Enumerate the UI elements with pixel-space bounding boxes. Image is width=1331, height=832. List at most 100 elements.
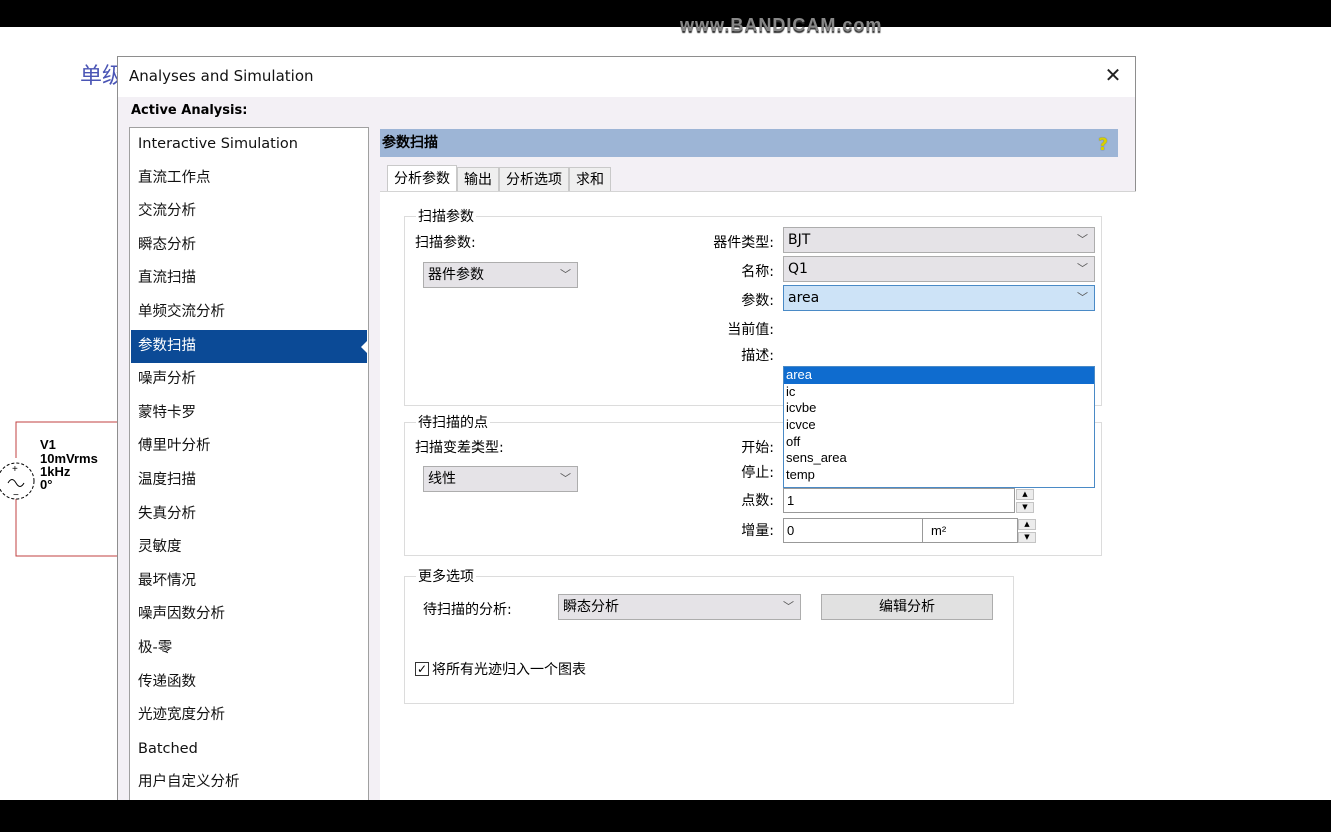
points-count-input[interactable]: 1 — [783, 488, 1015, 513]
stop-label: 停止: — [741, 465, 774, 481]
source-phase: 0° — [40, 477, 53, 492]
spin-up-icon[interactable]: ▲ — [1016, 489, 1034, 500]
analysis-list-item[interactable]: 噪声因数分析 — [131, 598, 367, 632]
spin-down-icon[interactable]: ▼ — [1016, 502, 1034, 513]
group-traces-checkbox[interactable]: ✓ 将所有光迹归入一个图表 — [415, 659, 586, 679]
panel-header: 参数扫描 ? — [380, 129, 1118, 157]
analysis-list-item[interactable]: 最坏情况 — [131, 565, 367, 599]
parameter-option[interactable]: temp — [784, 467, 1094, 484]
parameter-value: area — [788, 290, 820, 306]
chevron-down-icon: ﹀ — [783, 600, 794, 613]
parameter-option[interactable]: icvce — [784, 417, 1094, 434]
parameter-select[interactable]: area ﹀ — [783, 285, 1095, 311]
active-analysis-label: Active Analysis: — [131, 103, 248, 118]
tab-bar: 分析参数 输出 分析选项 求和 — [387, 165, 611, 192]
schematic-ac-source: + − V1 10mVrms 1kHz 0° — [0, 420, 120, 560]
svg-text:+: + — [12, 464, 18, 475]
close-icon[interactable]: ✕ — [1101, 63, 1125, 87]
parameter-option[interactable]: area — [784, 367, 1094, 384]
name-label: 名称: — [741, 264, 774, 280]
svg-text:−: − — [13, 490, 19, 501]
analysis-list-item[interactable]: 瞬态分析 — [131, 229, 367, 263]
analysis-list-item[interactable]: 直流工作点 — [131, 162, 367, 196]
chevron-down-icon: ﹀ — [1077, 233, 1088, 246]
parameter-option[interactable]: icvbe — [784, 400, 1094, 417]
variation-type-label: 扫描变差类型: — [415, 440, 504, 456]
tab-3[interactable]: 求和 — [569, 167, 611, 191]
group-traces-label: 将所有光迹归入一个图表 — [432, 662, 586, 678]
panel-title: 参数扫描 — [382, 135, 438, 151]
start-label: 开始: — [741, 440, 774, 456]
analysis-to-sweep-select[interactable]: 瞬态分析 ﹀ — [558, 594, 801, 620]
tab-2[interactable]: 分析选项 — [499, 167, 569, 191]
variation-type-select[interactable]: 线性 ﹀ — [423, 466, 578, 492]
dialog-title: Analyses and Simulation — [129, 67, 314, 85]
name-value: Q1 — [788, 261, 808, 277]
analysis-list-item[interactable]: 极-零 — [131, 632, 367, 666]
increment-label: 增量: — [741, 523, 774, 539]
chevron-down-icon: ﹀ — [1077, 262, 1088, 275]
video-letterbox-bottom — [0, 800, 1331, 832]
parameter-option[interactable]: ic — [784, 384, 1094, 401]
analysis-list-item[interactable]: 直流扫描 — [131, 262, 367, 296]
device-type-label: 器件类型: — [713, 235, 774, 251]
analyses-dialog: Analyses and Simulation ✕ Active Analysi… — [117, 56, 1136, 821]
analysis-list-item[interactable]: 温度扫描 — [131, 464, 367, 498]
sweep-param-select[interactable]: 器件参数 ﹀ — [423, 262, 578, 288]
video-letterbox-top — [0, 0, 1331, 27]
increment-spinner[interactable]: ▲ ▼ — [1018, 519, 1036, 543]
analysis-list-item[interactable]: 蒙特卡罗 — [131, 397, 367, 431]
analysis-list-item[interactable]: 交流分析 — [131, 195, 367, 229]
ac-source-symbol: + − — [0, 421, 118, 557]
device-type-select[interactable]: BJT ﹀ — [783, 227, 1095, 253]
parameter-option[interactable]: sens_area — [784, 450, 1094, 467]
analysis-list-item[interactable]: 傅里叶分析 — [131, 430, 367, 464]
checkbox-checked-icon[interactable]: ✓ — [415, 662, 429, 676]
analysis-list-item[interactable]: 用户自定义分析 — [131, 766, 367, 800]
name-select[interactable]: Q1 ﹀ — [783, 256, 1095, 282]
device-type-value: BJT — [788, 232, 811, 248]
spin-down-icon[interactable]: ▼ — [1018, 532, 1036, 543]
recording-watermark: www.BANDICAM.com — [680, 18, 883, 34]
tab-analysis-parameters-content: 扫描参数 扫描参数: 器件参数 ﹀ 器件类型: BJT ﹀ 名称: Q1 ﹀ 参… — [380, 191, 1136, 821]
chevron-down-icon: ﹀ — [1077, 291, 1088, 304]
analysis-list-item[interactable]: 传递函数 — [131, 666, 367, 700]
sweep-points-legend: 待扫描的点 — [418, 415, 488, 431]
sweep-parameters-legend: 扫描参数 — [418, 209, 474, 225]
parameter-dropdown-list[interactable]: area ic icvbe icvce off sens_area temp — [783, 366, 1095, 488]
more-options-legend: 更多选项 — [418, 569, 474, 585]
more-options-group: 更多选项 — [404, 566, 1014, 704]
analysis-list-item[interactable]: 参数扫描 — [131, 329, 368, 364]
analysis-list-item[interactable]: Interactive Simulation — [131, 128, 367, 162]
current-value-label: 当前值: — [727, 322, 774, 338]
analysis-list[interactable]: Interactive Simulation 直流工作点 交流分析 瞬态分析 直流扫描单… — [129, 127, 369, 817]
chevron-down-icon: ﹀ — [560, 472, 571, 485]
increment-input[interactable]: 0 — [783, 518, 923, 543]
dialog-titlebar[interactable]: Analyses and Simulation ✕ — [118, 57, 1135, 97]
analysis-list-item[interactable]: 噪声分析 — [131, 363, 367, 397]
parameter-option[interactable]: off — [784, 434, 1094, 451]
analysis-to-sweep-value: 瞬态分析 — [563, 599, 619, 615]
analysis-to-sweep-label: 待扫描的分析: — [423, 602, 512, 618]
analysis-list-item[interactable]: 失真分析 — [131, 498, 367, 532]
edit-analysis-button[interactable]: 编辑分析 — [821, 594, 993, 620]
source-name: V1 — [40, 437, 56, 452]
schematic-title: 单级 — [80, 64, 120, 89]
increment-unit-select[interactable]: m² — [922, 518, 1018, 543]
analysis-list-item[interactable]: 灵敏度 — [131, 531, 367, 565]
variation-type-value: 线性 — [428, 471, 456, 487]
sweep-param-label: 扫描参数: — [415, 235, 476, 251]
chevron-down-icon: ﹀ — [560, 268, 571, 281]
description-label: 描述: — [741, 348, 774, 364]
tab-1[interactable]: 输出 — [457, 167, 499, 191]
points-count-label: 点数: — [741, 493, 774, 509]
analysis-list-item[interactable]: 单频交流分析 — [131, 296, 367, 330]
parameter-label: 参数: — [741, 293, 774, 309]
analysis-list-item[interactable]: Batched — [131, 733, 367, 767]
tab-0[interactable]: 分析参数 — [387, 165, 457, 192]
sweep-param-value: 器件参数 — [428, 267, 484, 283]
points-count-spinner[interactable]: ▲ ▼ — [1016, 489, 1034, 513]
help-question-icon[interactable]: ? — [1098, 131, 1108, 159]
spin-up-icon[interactable]: ▲ — [1018, 519, 1036, 530]
analysis-list-item[interactable]: 光迹宽度分析 — [131, 699, 367, 733]
